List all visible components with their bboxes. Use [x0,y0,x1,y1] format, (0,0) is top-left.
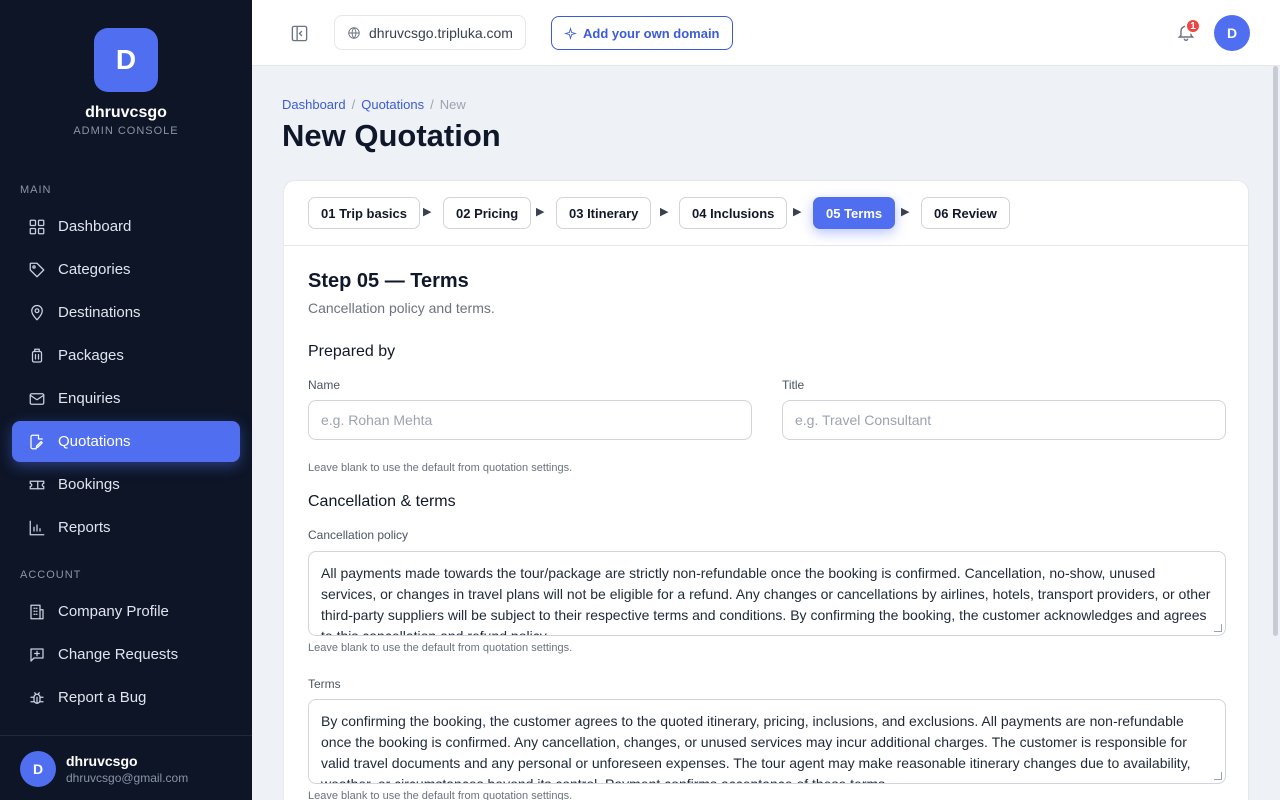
user-email: dhruvcsgo@gmail.com [66,771,189,785]
file-edit-icon [30,434,43,449]
topbar: dhruvcsgo.tripluka.com Add your own doma… [252,0,1280,66]
notification-badge: 1 [1185,18,1201,34]
luggage-icon [31,348,43,363]
breadcrumb-quotations[interactable]: Quotations [361,97,424,112]
sidebar-item-report-bug[interactable]: Report a Bug [12,677,240,718]
message-plus-icon [30,647,44,662]
section-label-account: ACCOUNT [20,569,82,581]
page-title: New Quotation [282,118,501,153]
sidebar-item-enquiries[interactable]: Enquiries [12,378,240,419]
sidebar-item-label: Categories [58,261,131,278]
step-subheading: Cancellation policy and terms. [308,300,495,316]
terms-label: Terms [308,677,341,691]
terms-text: By confirming the booking, the customer … [321,713,1191,784]
step-terms[interactable]: 05 Terms [813,197,896,229]
brand-avatar: D [94,28,158,92]
map-pin-icon [31,304,43,320]
sidebar-item-reports[interactable]: Reports [12,507,240,548]
ticket-icon [29,480,45,489]
add-domain-button[interactable]: Add your own domain [551,16,733,50]
sidebar-item-label: Reports [58,519,111,536]
sidebar-item-label: Quotations [58,433,131,450]
chevron-right-icon: ▶ [536,206,545,218]
building-icon [30,604,44,619]
chevron-right-icon: ▶ [901,206,910,218]
prepared-by-hint: Leave blank to use the default from quot… [308,462,573,474]
breadcrumb-separator: / [430,97,434,112]
sidebar-item-label: Enquiries [58,390,121,407]
brand: D dhruvcsgo ADMIN CONSOLE [0,28,252,137]
sparkle-icon [564,26,577,40]
brand-name: dhruvcsgo [85,104,167,121]
sidebar: D dhruvcsgo ADMIN CONSOLE MAIN Dashboard… [0,0,252,800]
sidebar-item-label: Bookings [58,476,120,493]
sidebar-item-quotations[interactable]: Quotations [12,421,240,462]
tag-icon [29,262,45,277]
cancellation-policy-text: All payments made towards the tour/packa… [321,565,1211,636]
sidebar-item-label: Company Profile [58,603,169,620]
domain-link[interactable]: dhruvcsgo.tripluka.com [334,15,526,50]
avatar: D [20,751,56,787]
step-pricing[interactable]: 02 Pricing [443,197,532,229]
cancellation-policy-hint: Leave blank to use the default from quot… [308,642,573,654]
sidebar-item-label: Report a Bug [58,689,147,706]
chevron-right-icon: ▶ [423,206,432,218]
title-label: Title [782,378,805,392]
sidebar-user[interactable]: D dhruvcsgo dhruvcsgo@gmail.com [0,735,252,800]
name-field[interactable]: e.g. Rohan Mehta [308,400,752,440]
sidebar-toggle-button[interactable] [288,22,310,44]
chevron-right-icon: ▶ [660,206,669,218]
sidebar-toggle-icon [291,25,307,41]
step-trip-basics[interactable]: 01 Trip basics [308,197,420,229]
breadcrumb-dashboard[interactable]: Dashboard [282,97,346,112]
globe-icon [348,26,360,39]
terms-textarea[interactable]: By confirming the booking, the customer … [308,699,1226,784]
breadcrumb-current: New [439,97,466,112]
step-itinerary[interactable]: 03 Itinerary [556,197,652,229]
step-heading: Step 05 — Terms [308,270,469,292]
sidebar-item-company-profile[interactable]: Company Profile [12,591,240,632]
sidebar-item-change-requests[interactable]: Change Requests [12,634,240,675]
cancellation-section-title: Cancellation & terms [308,493,456,510]
sidebar-item-destinations[interactable]: Destinations [12,292,240,333]
brand-subtitle: ADMIN CONSOLE [73,125,179,137]
cancellation-policy-textarea[interactable]: All payments made towards the tour/packa… [308,551,1226,636]
domain-text: dhruvcsgo.tripluka.com [369,24,513,41]
sidebar-item-label: Change Requests [58,646,179,663]
cancellation-policy-label: Cancellation policy [308,528,409,542]
terms-hint: Leave blank to use the default from quot… [308,790,573,800]
page-scrollbar[interactable] [1273,66,1278,636]
sidebar-item-dashboard[interactable]: Dashboard [12,206,240,247]
grid-icon [29,219,45,234]
resize-handle[interactable] [1214,624,1222,632]
sidebar-item-packages[interactable]: Packages [12,335,240,376]
sidebar-item-categories[interactable]: Categories [12,249,240,290]
name-label: Name [308,378,341,392]
step-review[interactable]: 06 Review [921,197,1010,229]
sidebar-item-bookings[interactable]: Bookings [12,464,240,505]
breadcrumb: Dashboard / Quotations / New [282,97,466,112]
breadcrumb-separator: / [351,97,356,112]
step-inclusions[interactable]: 04 Inclusions [679,197,788,229]
bar-chart-icon [29,520,45,535]
chevron-right-icon: ▶ [793,206,802,218]
prepared-by-title: Prepared by [308,343,396,360]
section-label-main: MAIN [20,184,52,196]
resize-handle[interactable] [1214,772,1222,780]
mail-icon [29,392,45,405]
sidebar-item-label: Packages [58,347,124,364]
add-domain-label: Add your own domain [583,25,720,41]
sidebar-item-label: Destinations [58,304,141,321]
quotation-form-card: 01 Trip basics ▶ 02 Pricing ▶ 03 Itinera… [283,180,1250,800]
user-name: dhruvcsgo [66,753,138,769]
stepper: 01 Trip basics ▶ 02 Pricing ▶ 03 Itinera… [284,181,1250,246]
title-field[interactable]: e.g. Travel Consultant [782,400,1226,440]
bug-icon [30,691,44,704]
sidebar-item-label: Dashboard [58,218,132,235]
avatar[interactable]: D [1214,15,1250,51]
